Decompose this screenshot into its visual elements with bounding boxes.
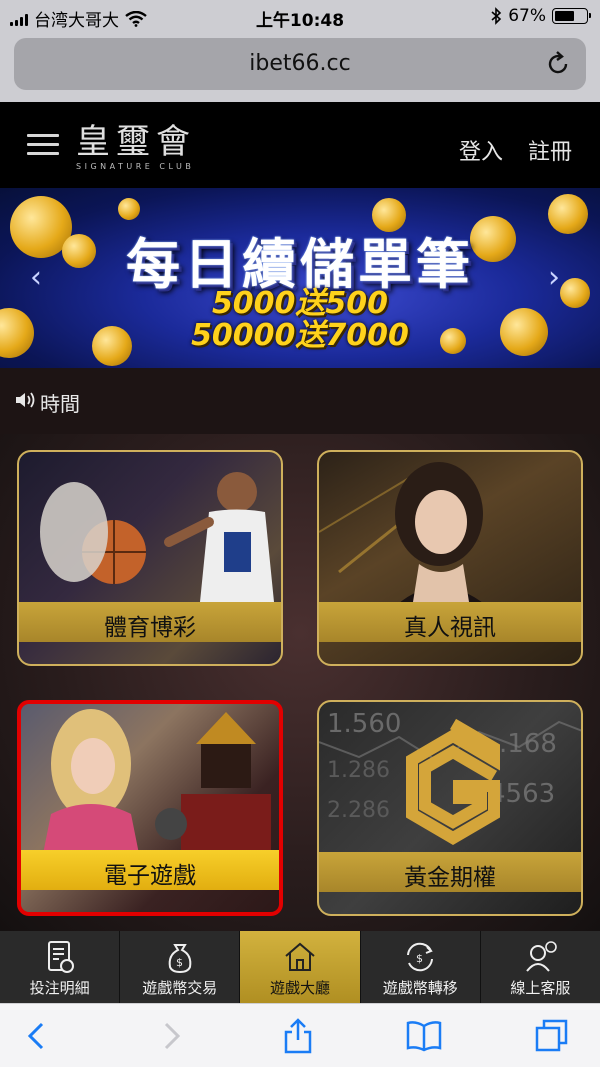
nav-customer-service[interactable]: 線上客服 <box>481 931 600 1003</box>
url-text[interactable]: ibet66.cc <box>14 51 586 76</box>
nav-coin-trade[interactable]: $ 遊戲幣交易 <box>120 931 241 1003</box>
announcement-text: 時間 <box>40 392 80 416</box>
game-card-label-bar: 真人視訊 <box>319 602 581 642</box>
app-root: 台湾大哥大 上午10:48 67% ibet66.cc 皇璽會 SIGNATUR… <box>0 0 600 1067</box>
speaker-icon <box>16 392 35 408</box>
status-bar: 台湾大哥大 上午10:48 67% <box>0 0 600 32</box>
promo-banner[interactable]: ‹ › 每日續儲單筆 5000送500 50000送7000 <box>0 188 600 368</box>
support-icon <box>526 941 558 972</box>
game-card-label-bar: 體育博彩 <box>19 602 281 642</box>
home-icon <box>285 942 315 971</box>
svg-text:$: $ <box>176 956 183 969</box>
share-icon[interactable] <box>278 1016 318 1056</box>
nav-label: 遊戲大廳 <box>270 979 331 997</box>
game-card-label: 真人視訊 <box>404 615 496 641</box>
game-card-slots[interactable]: 電子遊戲 <box>17 700 283 916</box>
svg-text:2.286: 2.286 <box>327 798 390 823</box>
nav-game-lobby[interactable]: 遊戲大廳 <box>240 931 361 1003</box>
nav-label: 遊戲幣轉移 <box>382 979 458 997</box>
site-logo[interactable]: 皇璽會 SIGNATURE CLUB <box>76 124 196 171</box>
nav-bet-history[interactable]: 投注明細 <box>0 931 121 1003</box>
status-right: 67% <box>490 6 591 26</box>
game-card-label: 黃金期權 <box>404 865 496 891</box>
menu-icon[interactable] <box>27 134 59 156</box>
forward-icon[interactable] <box>150 1016 190 1056</box>
nav-label: 投注明細 <box>29 979 90 997</box>
svg-text:1.286: 1.286 <box>327 758 390 783</box>
nav-label: 線上客服 <box>510 979 571 997</box>
banner-offer-2: 50000送7000 <box>191 318 409 353</box>
site-header: 皇璽會 SIGNATURE CLUB 登入 註冊 <box>0 102 600 188</box>
bottom-nav: 投注明細 $ 遊戲幣交易 遊戲大廳 $ 遊戲幣轉移 線上客服 <box>0 931 600 1003</box>
money-bag-icon: $ <box>168 944 192 974</box>
nav-label: 遊戲幣交易 <box>142 979 218 997</box>
bluetooth-icon <box>491 7 502 25</box>
register-link[interactable]: 註冊 <box>528 134 572 166</box>
battery-icon <box>552 8 591 24</box>
login-link[interactable]: 登入 <box>459 134 503 166</box>
address-bar[interactable]: ibet66.cc <box>14 38 586 90</box>
bet-slip-icon <box>47 941 74 973</box>
back-icon[interactable] <box>18 1016 58 1056</box>
game-card-label-bar: 黃金期權 <box>319 852 581 892</box>
svg-text:.168: .168 <box>499 729 557 759</box>
game-category-grid: 體育博彩 真人視訊 電子遊戲 1.560 1.286 2.286 .168 45… <box>0 434 600 931</box>
game-card-label: 體育博彩 <box>104 615 196 641</box>
tabs-icon[interactable] <box>532 1016 572 1056</box>
announcement-bar[interactable]: 時間 <box>0 368 600 434</box>
bookmarks-icon[interactable] <box>404 1016 444 1056</box>
game-card-label-bar: 電子遊戲 <box>21 850 279 890</box>
browser-chrome: ibet66.cc <box>0 32 600 102</box>
game-card-label: 電子遊戲 <box>104 863 196 889</box>
game-card-live-casino[interactable]: 真人視訊 <box>317 450 583 666</box>
nav-coin-transfer[interactable]: $ 遊戲幣轉移 <box>361 931 481 1003</box>
logo-text: 皇璽會 <box>76 122 196 162</box>
battery-percent: 67% <box>508 6 546 26</box>
svg-text:$: $ <box>416 952 423 965</box>
reload-icon[interactable] <box>544 50 572 78</box>
game-card-sports[interactable]: 體育博彩 <box>17 450 283 666</box>
game-card-gold-options[interactable]: 1.560 1.286 2.286 .168 4563 黃金期權 <box>317 700 583 916</box>
transfer-icon: $ <box>407 942 434 972</box>
svg-text:1.560: 1.560 <box>327 709 401 739</box>
logo-subtitle: SIGNATURE CLUB <box>76 162 195 171</box>
browser-toolbar <box>0 1003 600 1067</box>
